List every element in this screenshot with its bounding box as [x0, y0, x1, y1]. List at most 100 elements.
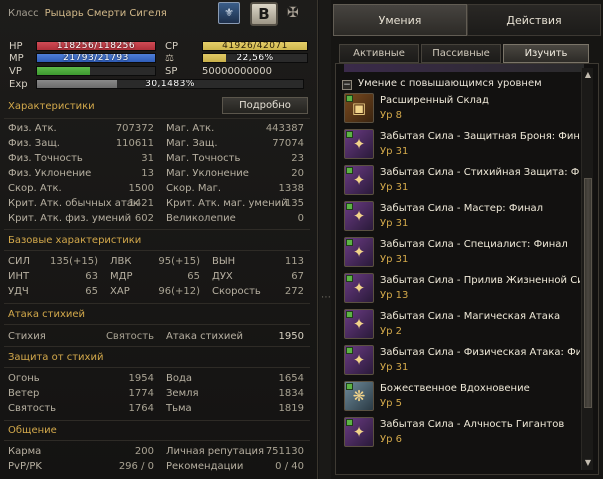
divider: [4, 229, 310, 230]
collapse-icon[interactable]: −: [342, 80, 352, 90]
sp-row: SP 50000000000: [160, 66, 310, 77]
skill-name: Расширенный Склад: [380, 95, 489, 106]
class-label: Класс: [8, 8, 39, 19]
scroll-thumb[interactable]: [584, 178, 592, 408]
learnable-badge-icon: [346, 347, 353, 354]
defense-label: Святость: [8, 403, 57, 414]
class-info: Класс Рыцарь Смерти Сигеля: [8, 8, 167, 19]
divider: [4, 118, 310, 119]
stat-label: Великолепие: [166, 213, 236, 224]
book-icon[interactable]: ✦: [344, 201, 374, 231]
class-value: Рыцарь Смерти Сигеля: [44, 8, 167, 19]
stat-value: 31: [141, 153, 154, 164]
stat-value: 23: [291, 153, 304, 164]
defense-label: Земля: [166, 388, 199, 399]
book-icon[interactable]: ✦: [344, 417, 374, 447]
book-icon[interactable]: ✦: [344, 309, 374, 339]
subtab-learn-skill[interactable]: Изучить умение: [503, 44, 589, 76]
skill-level: Ур 31: [380, 254, 409, 265]
tab-skills[interactable]: Умения: [333, 4, 467, 36]
social-title: Общение: [8, 425, 57, 436]
category-header[interactable]: − Умение с повышающимся уровнем: [342, 78, 542, 90]
panel-splitter[interactable]: ⋯: [319, 0, 331, 479]
skill-item[interactable]: ▣ Расширенный Склад Ур 8: [344, 92, 580, 126]
social-label: Рекомендации: [166, 461, 244, 472]
book-icon[interactable]: ✦: [344, 345, 374, 375]
splitter-grip-icon: ⋯: [321, 292, 331, 303]
weight-value: 22,56%: [236, 53, 274, 63]
learnable-badge-icon: [346, 275, 353, 282]
divider: [4, 440, 310, 441]
stat-value: 1421: [128, 198, 154, 209]
skill-name: Забытая Сила - Прилив Жизненной Сил...: [380, 275, 580, 286]
book-icon[interactable]: ✦: [344, 129, 374, 159]
book-icon[interactable]: ✦: [344, 237, 374, 267]
learnable-badge-icon: [346, 311, 353, 318]
divider: [4, 324, 310, 325]
character-info-panel: Класс Рыцарь Смерти Сигеля ⚜ B ✠ HP 11825…: [0, 0, 318, 479]
defense-label: Вода: [166, 373, 193, 384]
skill-name: Забытая Сила - Специалист: Финал: [380, 239, 568, 250]
mp-bar: 21793/21793: [36, 53, 156, 63]
skill-item[interactable]: ✦ Забытая Сила - Мастер: Финал Ур 31: [344, 200, 580, 234]
base-stat-value: 272: [284, 286, 304, 297]
tab-actions[interactable]: Действия: [467, 4, 601, 36]
base-stat-label: ЛВК: [110, 256, 132, 267]
skill-item[interactable]: ✦ Забытая Сила - Защитная Броня: Финал Ур …: [344, 128, 580, 162]
skill-item[interactable]: ✦ Забытая Сила - Алчность Гигантов Ур 6: [344, 416, 580, 450]
skill-item[interactable]: ❋ Божественное Вдохновение Ур 5: [344, 380, 580, 414]
scroll-up-icon[interactable]: ▲: [583, 70, 593, 80]
skill-level: Ур 6: [380, 434, 402, 445]
social-label: Карма: [8, 446, 42, 457]
skill-item[interactable]: ✦ Забытая Сила - Прилив Жизненной Сил... У…: [344, 272, 580, 306]
subtab-active[interactable]: Активные: [339, 44, 419, 63]
skill-item[interactable]: ✦ Забытая Сила - Специалист: Финал Ур 31: [344, 236, 580, 270]
hp-bar: 118256/118256: [36, 41, 156, 51]
skill-level: Ур 13: [380, 290, 409, 301]
chest-icon[interactable]: ▣: [344, 93, 374, 123]
exp-value: 30,1483%: [145, 79, 195, 89]
wings-icon[interactable]: ❋: [344, 381, 374, 411]
details-button[interactable]: Подробно: [222, 97, 308, 114]
skill-item[interactable]: ✦ Забытая Сила - Стихийная Защита: Фин...…: [344, 164, 580, 198]
base-stat-label: СИЛ: [8, 256, 30, 267]
skill-item[interactable]: ✦ Забытая Сила - Магическая Атака Ур 2: [344, 308, 580, 342]
learnable-badge-icon: [346, 383, 353, 390]
crest-icon: ✠: [287, 5, 299, 21]
rank-icon[interactable]: ⚜: [218, 2, 240, 24]
stat-label: Физ. Точность: [8, 153, 83, 164]
skill-item[interactable]: ✦ Забытая Сила - Физическая Атака: Фи... У…: [344, 344, 580, 378]
book-icon[interactable]: ✦: [344, 273, 374, 303]
skill-name: Забытая Сила - Защитная Броня: Финал: [380, 131, 580, 142]
skill-list-scrollbar[interactable]: ▲ ▼: [581, 68, 593, 470]
cp-bar: 41926/42071: [202, 41, 308, 51]
social-value: 200: [134, 446, 154, 457]
book-icon[interactable]: ✦: [344, 165, 374, 195]
skill-level: Ур 2: [380, 326, 402, 337]
category-label: Умение с повышающимся уровнем: [358, 78, 542, 89]
learnable-badge-icon: [346, 95, 353, 102]
defense-row: Святость 1764 Тьма 1819: [0, 402, 318, 416]
stat-label: Маг. Точность: [166, 153, 241, 164]
base-stat-value: 135(+15): [50, 256, 98, 267]
skill-level: Ур 31: [380, 182, 409, 193]
element-attack-label: Атака стихией: [166, 331, 244, 342]
sp-label: SP: [165, 66, 178, 77]
subtab-passive[interactable]: Пассивные: [421, 44, 501, 63]
mp-value: 21793/21793: [63, 53, 129, 63]
social-value: 751130: [265, 446, 304, 457]
skill-name: Божественное Вдохновение: [380, 383, 530, 394]
elemental-defense-title: Защита от стихий: [8, 352, 104, 363]
defense-row: Ветер 1774 Земля 1834: [0, 387, 318, 401]
stat-value: 13: [141, 168, 154, 179]
scroll-down-icon[interactable]: ▼: [583, 458, 593, 468]
defense-label: Тьма: [166, 403, 192, 414]
stat-label: Скор. Маг.: [166, 183, 222, 194]
social-value: 0 / 40: [275, 461, 304, 472]
elemental-attack-title: Атака стихией: [8, 309, 86, 320]
base-stat-value: 113: [284, 256, 304, 267]
hp-value: 118256/118256: [56, 41, 136, 51]
stat-value: 1338: [278, 183, 304, 194]
vp-fill: [37, 67, 91, 75]
weight-row: ⚖ 22,56%: [160, 53, 310, 64]
